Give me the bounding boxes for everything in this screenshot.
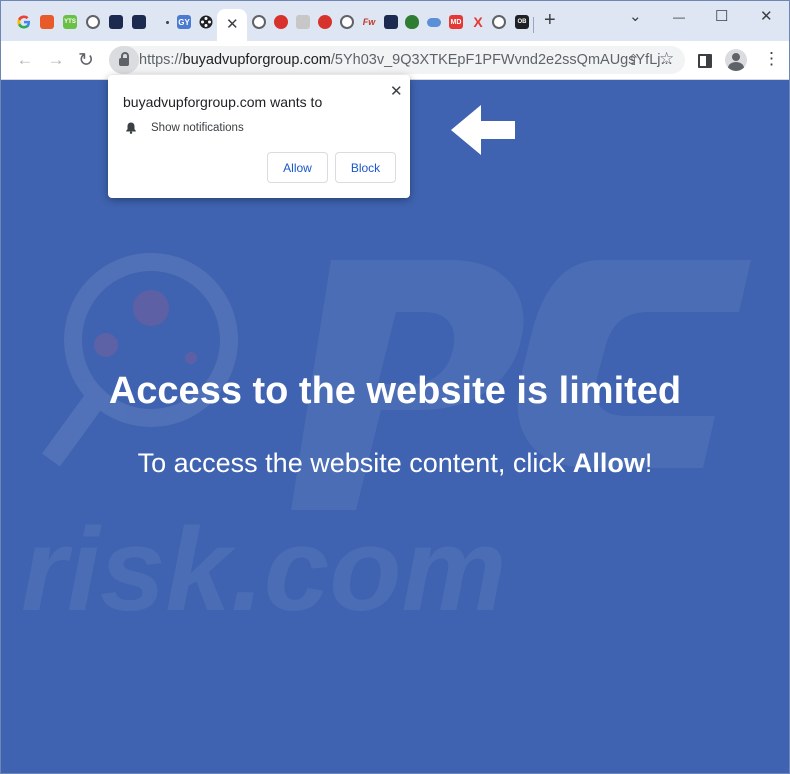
tab-md[interactable]: MD xyxy=(445,11,467,33)
tab-dark-2[interactable] xyxy=(128,11,150,33)
google-icon xyxy=(17,15,30,29)
forward-button[interactable]: → xyxy=(46,50,66,70)
md-icon: MD xyxy=(449,15,463,29)
dot-icon xyxy=(165,20,169,24)
close-tab-icon[interactable]: ✕ xyxy=(226,15,239,33)
url-text[interactable]: https://buyadvupforgroup.com/5Yh03v_9Q3X… xyxy=(139,52,673,68)
menu-button[interactable]: ⋮ xyxy=(763,49,780,69)
url-protocol: https:// xyxy=(139,52,183,68)
tab-gy[interactable]: GY xyxy=(173,11,195,33)
figure-icon xyxy=(296,15,310,29)
film-reel-icon xyxy=(199,15,213,29)
tab-dark-1[interactable] xyxy=(105,11,127,33)
active-tab[interactable]: ✕ xyxy=(217,9,247,41)
globe-icon xyxy=(86,15,100,29)
bell-icon xyxy=(126,122,136,134)
red-circle-icon xyxy=(274,15,288,29)
address-bar[interactable]: https://buyadvupforgroup.com/5Yh03v_9Q3X… xyxy=(109,46,685,74)
red-circle-icon xyxy=(318,15,332,29)
fw-icon: Fw xyxy=(362,17,376,27)
tab-google[interactable] xyxy=(13,11,35,33)
url-host: buyadvupforgroup.com xyxy=(182,52,331,68)
popup-title: buyadvupforgroup.com wants to xyxy=(123,94,323,110)
popup-close-icon[interactable]: ✕ xyxy=(390,82,403,100)
reload-button[interactable]: ↻ xyxy=(76,50,96,71)
page-subtext: To access the website content, click All… xyxy=(1,448,789,479)
tab-fw[interactable]: Fw xyxy=(358,11,380,33)
tab-figure[interactable] xyxy=(292,11,314,33)
subtext-after: ! xyxy=(644,448,653,478)
tab-x[interactable]: X xyxy=(467,11,489,33)
tab-red-1[interactable] xyxy=(270,11,292,33)
dark-square-icon xyxy=(384,15,398,29)
tab-search-button[interactable]: ⌄ xyxy=(629,7,642,25)
arrow-left-icon xyxy=(451,105,515,155)
maximize-button[interactable]: ☐ xyxy=(715,7,728,25)
minimize-button[interactable]: — xyxy=(673,10,685,24)
gy-icon: GY xyxy=(177,15,191,29)
link-icon xyxy=(427,17,441,27)
alien-icon xyxy=(405,15,419,29)
watermark-text: risk.com xyxy=(21,504,506,636)
tab-globe-3[interactable] xyxy=(336,11,358,33)
profile-avatar[interactable] xyxy=(725,49,747,71)
globe-icon xyxy=(340,15,354,29)
ob-icon: OB xyxy=(515,15,529,29)
block-button[interactable]: Block xyxy=(335,152,396,183)
tab-dark-3[interactable] xyxy=(380,11,402,33)
site-info-button[interactable] xyxy=(109,46,139,74)
tab-recipe[interactable] xyxy=(36,11,58,33)
lock-icon xyxy=(119,52,129,66)
tab-link[interactable] xyxy=(423,11,445,33)
page-heading: Access to the website is limited xyxy=(108,370,682,412)
recipe-icon xyxy=(40,15,54,29)
close-window-button[interactable]: ✕ xyxy=(760,7,773,25)
side-panel-icon[interactable] xyxy=(698,54,712,68)
share-icon[interactable]: ⇪ xyxy=(627,51,640,69)
new-tab-button[interactable]: + xyxy=(544,9,556,32)
tab-globe-4[interactable] xyxy=(488,11,510,33)
tab-red-2[interactable] xyxy=(314,11,336,33)
dark-square-icon xyxy=(109,15,123,29)
subtext-allow: Allow xyxy=(572,448,645,478)
tab-ob[interactable]: OB xyxy=(511,11,533,33)
back-button[interactable]: ← xyxy=(15,50,35,70)
tab-yts[interactable]: YTS xyxy=(59,11,81,33)
yts-icon: YTS xyxy=(63,15,77,29)
tab-film[interactable] xyxy=(195,11,217,33)
browser-window: YTS GY ✕ Fw MD X OB + ⌄ — ☐ ✕ ← → ↻ http… xyxy=(0,0,790,774)
tab-globe-1[interactable] xyxy=(82,11,104,33)
x-icon: X xyxy=(473,14,483,30)
tab-alien[interactable] xyxy=(401,11,423,33)
tab-strip: YTS GY ✕ Fw MD X OB + ⌄ — ☐ ✕ xyxy=(1,1,789,41)
dark-square-icon xyxy=(132,15,146,29)
url-path: /5Yh03v_9Q3XTKEpF1PFWvnd2e2ssQmAUgsYfLj.… xyxy=(330,52,673,68)
globe-icon xyxy=(492,15,506,29)
permission-label: Show notifications xyxy=(151,122,244,134)
globe-icon xyxy=(252,15,266,29)
tab-separator xyxy=(533,17,534,33)
tab-globe-2[interactable] xyxy=(248,11,270,33)
bookmark-star-icon[interactable]: ☆ xyxy=(659,49,674,69)
allow-button[interactable]: Allow xyxy=(267,152,328,183)
subtext-before: To access the website content, click xyxy=(137,448,573,478)
notification-permission-popup: buyadvupforgroup.com wants to ✕ Show not… xyxy=(108,75,410,198)
